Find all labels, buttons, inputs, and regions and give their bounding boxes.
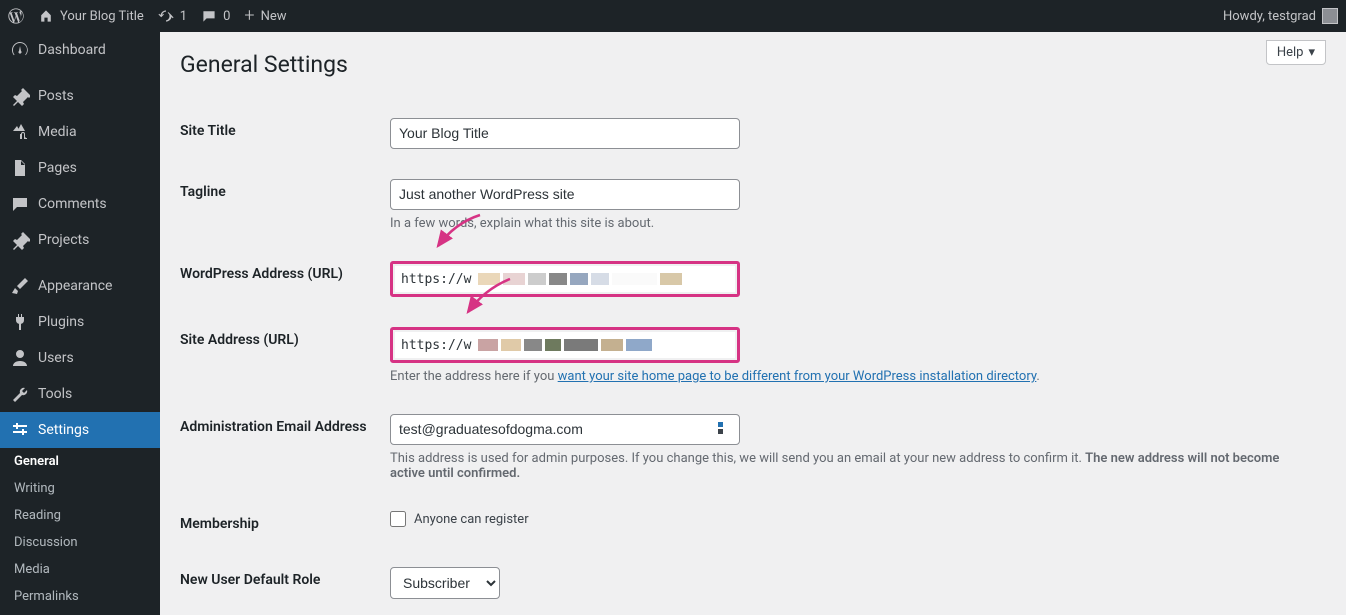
pin-icon [10,86,30,106]
site-url-description: Enter the address here if you want your … [390,369,1290,384]
avatar-icon [1322,8,1338,24]
sidebar-item-label: Projects [38,232,89,248]
submenu-discussion[interactable]: Discussion [0,529,160,556]
account-menu[interactable]: Howdy, testgrad [1223,8,1338,24]
site-name-link[interactable]: Your Blog Title [38,8,144,24]
sidebar-item-label: Media [38,124,77,140]
user-icon [10,348,30,368]
default-role-select[interactable]: Subscriber [390,567,500,599]
settings-submenu: General Writing Reading Discussion Media… [0,448,160,610]
comments-count: 0 [223,9,230,24]
sidebar-item-tools[interactable]: Tools [0,376,160,412]
sidebar-item-comments[interactable]: Comments [0,186,160,222]
comments-link[interactable]: 0 [201,8,230,24]
sidebar-item-projects[interactable]: Projects [0,222,160,258]
sidebar-item-posts[interactable]: Posts [0,78,160,114]
sidebar-item-dashboard[interactable]: Dashboard [0,32,160,68]
wp-url-prefix: https://w [401,272,471,287]
sidebar-item-label: Appearance [38,278,112,294]
plug-icon [10,312,30,332]
help-label: Help [1277,45,1304,60]
sidebar-item-pages[interactable]: Pages [0,150,160,186]
sidebar-item-label: Comments [38,196,107,212]
site-url-highlight: https://w [390,327,740,363]
sliders-icon [10,420,30,440]
wp-url-input[interactable]: https://w [395,266,735,292]
wordpress-logo[interactable] [8,8,24,24]
sidebar-item-label: Plugins [38,314,84,330]
updates-count: 1 [180,9,187,24]
site-url-help-link[interactable]: want your site home page to be different… [558,369,1037,384]
submenu-writing[interactable]: Writing [0,475,160,502]
dashboard-icon [10,40,30,60]
sidebar-item-settings[interactable]: Settings [0,412,160,448]
main-content: Help ▾ General Settings Site Title Tagli… [160,32,1346,615]
redaction-bars [478,273,682,285]
membership-checkbox-label: Anyone can register [414,512,529,527]
sidebar-item-label: Posts [38,88,74,104]
password-manager-icon [718,422,734,438]
sidebar-item-users[interactable]: Users [0,340,160,376]
plus-icon: + [244,7,254,25]
wrench-icon [10,384,30,404]
submenu-general[interactable]: General [0,448,160,475]
sidebar-item-label: Dashboard [38,42,106,58]
sidebar-item-label: Pages [38,160,77,176]
wp-url-highlight: https://w [390,261,740,297]
sidebar-item-label: Users [38,350,74,366]
brush-icon [10,276,30,296]
dropdown-caret-icon: ▾ [1308,45,1315,60]
admin-email-description: This address is used for admin purposes.… [390,451,1290,481]
membership-checkbox[interactable] [390,511,406,527]
site-title-input[interactable] [390,118,740,149]
default-role-label: New User Default Role [180,552,390,614]
pages-icon [10,158,30,178]
sidebar-item-plugins[interactable]: Plugins [0,304,160,340]
site-title-text: Your Blog Title [60,9,144,24]
sidebar-item-label: Settings [38,422,89,438]
admin-bar: Your Blog Title 1 0 + New Howdy, testgra… [0,0,1346,32]
submenu-reading[interactable]: Reading [0,502,160,529]
sidebar-item-appearance[interactable]: Appearance [0,268,160,304]
sidebar-item-media[interactable]: Media [0,114,160,150]
site-title-label: Site Title [180,103,390,164]
updates-link[interactable]: 1 [158,8,187,24]
settings-form: Site Title Tagline In a few words, expla… [180,103,1326,614]
howdy-text: Howdy, testgrad [1223,9,1316,24]
help-tab[interactable]: Help ▾ [1266,40,1326,65]
comment-icon [10,194,30,214]
admin-email-label: Administration Email Address [180,399,390,496]
new-label: New [261,9,287,24]
new-content-link[interactable]: + New [244,7,286,25]
site-url-prefix: https://w [401,338,471,353]
site-url-input[interactable]: https://w [395,332,735,358]
pin-icon [10,230,30,250]
redaction-bars [478,339,652,351]
submenu-media[interactable]: Media [0,556,160,583]
membership-checkbox-row[interactable]: Anyone can register [390,511,1316,527]
tagline-input[interactable] [390,179,740,210]
media-icon [10,122,30,142]
sidebar-item-label: Tools [38,386,72,402]
wp-url-label: WordPress Address (URL) [180,246,390,312]
site-url-label: Site Address (URL) [180,312,390,399]
page-title: General Settings [180,42,1326,103]
tagline-label: Tagline [180,164,390,246]
tagline-description: In a few words, explain what this site i… [390,216,1290,231]
membership-label: Membership [180,496,390,552]
admin-sidebar: Dashboard Posts Media Pages Comments Pro… [0,32,160,615]
admin-email-input[interactable] [390,414,740,445]
submenu-permalinks[interactable]: Permalinks [0,583,160,610]
